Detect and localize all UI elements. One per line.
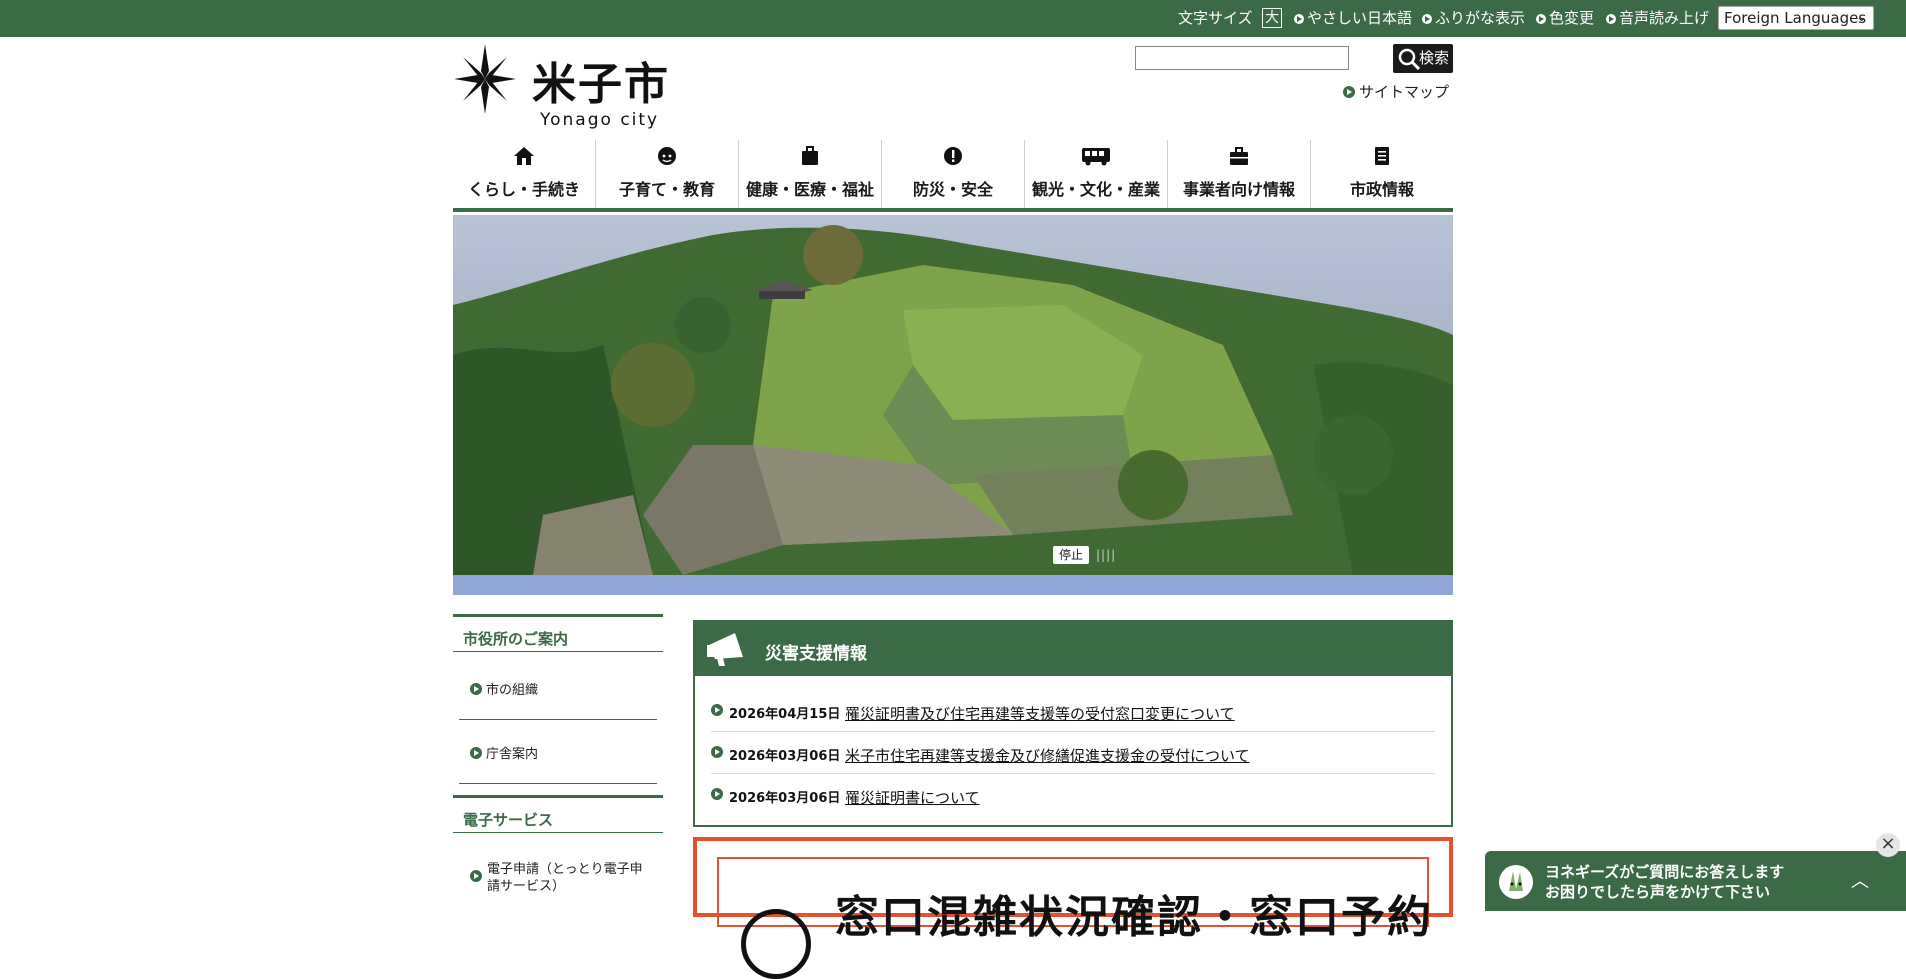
mascot-avatar-icon xyxy=(1499,865,1533,899)
news-row: 2026年03月06日 罹災証明書について xyxy=(711,773,1435,815)
arrow-circle-icon xyxy=(470,683,482,695)
nav-item-tourism[interactable]: 観光・文化・産業 xyxy=(1025,140,1168,208)
mascot-icon xyxy=(1501,867,1531,897)
hero-slideshow xyxy=(453,215,1453,595)
arrow-circle-icon xyxy=(1606,14,1616,24)
global-nav: くらし・手続き 子育て・教育 健康・医療・福祉 防災・安全 観光・文化・産業 事… xyxy=(453,140,1453,212)
sitemap-link[interactable]: サイトマップ xyxy=(1343,81,1449,102)
arrow-circle-icon xyxy=(711,788,723,800)
news-link[interactable]: 米子市住宅再建等支援金及び修繕促進支援金の受付について xyxy=(845,745,1250,766)
house-icon xyxy=(514,147,534,165)
counter-reservation-banner[interactable]: 窓口混雑状況確認・窓口予約 xyxy=(693,837,1453,979)
sidebar-link-building-guide[interactable]: 庁舎案内 xyxy=(470,743,538,762)
sidebar-heading-city-office: 市役所のご案内 xyxy=(453,614,663,652)
sidebar-divider xyxy=(459,783,657,784)
child-icon xyxy=(658,147,676,165)
logo-title: 米子市 xyxy=(532,59,670,110)
arrow-circle-icon xyxy=(1536,14,1546,24)
arrow-circle-icon xyxy=(711,704,723,716)
sidebar-heading-e-services: 電子サービス xyxy=(453,795,663,833)
nav-item-safety[interactable]: 防災・安全 xyxy=(882,140,1025,208)
news-link[interactable]: 罹災証明書及び住宅再建等支援等の受付窓口変更について xyxy=(845,703,1235,724)
sidebar-link-organization[interactable]: 市の組織 xyxy=(470,679,538,698)
alert-icon xyxy=(944,147,962,165)
nav-item-business[interactable]: 事業者向け情報 xyxy=(1168,140,1311,208)
close-icon[interactable]: × xyxy=(1876,833,1900,857)
medical-bag-icon xyxy=(802,146,818,165)
clock-icon xyxy=(741,909,811,979)
logo-subtitle: Yonago city xyxy=(540,110,660,130)
arrow-circle-icon xyxy=(711,746,723,758)
bus-icon xyxy=(1082,148,1110,166)
banner-frame: 窓口混雑状況確認・窓口予約 xyxy=(717,857,1431,979)
megaphone-icon xyxy=(707,633,743,666)
search-button[interactable]: 検索 xyxy=(1393,44,1453,73)
slideshow-pager[interactable]: |||| xyxy=(1096,548,1116,562)
arrow-circle-icon xyxy=(470,747,482,759)
news-row: 2026年04月15日 罹災証明書及び住宅再建等支援等の受付窓口変更について xyxy=(711,689,1435,732)
briefcase-icon xyxy=(1230,147,1248,165)
nav-item-living[interactable]: くらし・手続き xyxy=(453,140,596,208)
furigana-link[interactable]: ふりがな表示 xyxy=(1422,9,1525,27)
font-size-large-button[interactable]: 大 xyxy=(1262,8,1282,28)
font-size-label: 文字サイズ xyxy=(1178,9,1253,27)
arrow-circle-icon xyxy=(1294,14,1304,24)
arrow-circle-icon xyxy=(1343,86,1355,98)
sidebar-link-e-application[interactable]: 電子申請（とっとり電子申 請サービス） xyxy=(470,861,643,895)
search-input[interactable] xyxy=(1135,46,1349,70)
utility-bar: 文字サイズ 大 やさしい日本語 ふりがな表示 色変更 音声読み上げ Foreig… xyxy=(0,0,1906,37)
language-select[interactable]: Foreign Languages ⌄ xyxy=(1718,6,1874,30)
disaster-support-panel: 災害支援情報 2026年04月15日 罹災証明書及び住宅再建等支援等の受付窓口変… xyxy=(693,620,1453,827)
news-date: 2026年04月15日 xyxy=(729,707,841,722)
easy-japanese-link[interactable]: やさしい日本語 xyxy=(1294,9,1412,27)
city-emblem-icon xyxy=(454,44,516,114)
nav-item-childcare[interactable]: 子育て・教育 xyxy=(596,140,739,208)
castle-ruins-photo xyxy=(453,215,1453,595)
news-row: 2026年03月06日 米子市住宅再建等支援金及び修繕促進支援金の受付について xyxy=(711,731,1435,774)
banner-text: 窓口混雑状況確認・窓口予約 xyxy=(835,892,1433,943)
disaster-support-title: 災害支援情報 xyxy=(765,644,867,664)
search-icon xyxy=(1398,48,1420,70)
arrow-circle-icon xyxy=(470,870,482,882)
book-icon xyxy=(1375,147,1389,165)
arrow-circle-icon xyxy=(1422,14,1432,24)
chat-message: ヨネギーズがご質問にお答えします お困りでしたら声をかけて下さい xyxy=(1545,863,1785,901)
chat-widget[interactable]: ヨネギーズがご質問にお答えします お困りでしたら声をかけて下さい ︿ xyxy=(1485,851,1906,911)
read-aloud-link[interactable]: 音声読み上げ xyxy=(1606,9,1709,27)
chevron-down-icon: ⌄ xyxy=(1856,10,1867,25)
sidebar-divider xyxy=(459,719,657,720)
disaster-support-header: 災害支援情報 xyxy=(695,622,1451,676)
news-date: 2026年03月06日 xyxy=(729,791,841,806)
slideshow-stop-button[interactable]: 停止 xyxy=(1053,546,1089,564)
color-change-link[interactable]: 色変更 xyxy=(1536,9,1594,27)
news-link[interactable]: 罹災証明書について xyxy=(845,787,980,808)
site-logo[interactable]: 米子市 Yonago city xyxy=(452,42,672,132)
news-date: 2026年03月06日 xyxy=(729,749,841,764)
chevron-up-icon[interactable]: ︿ xyxy=(1851,867,1869,893)
nav-item-health[interactable]: 健康・医療・福祉 xyxy=(739,140,882,208)
nav-item-city-government[interactable]: 市政情報 xyxy=(1311,140,1453,208)
